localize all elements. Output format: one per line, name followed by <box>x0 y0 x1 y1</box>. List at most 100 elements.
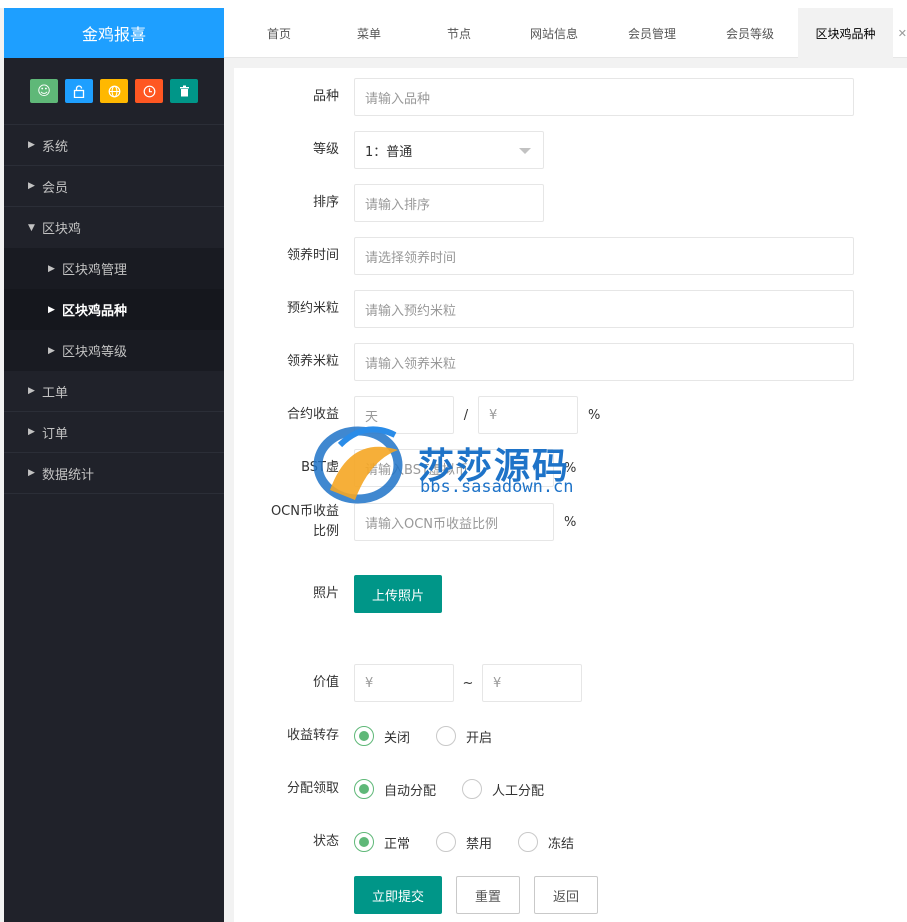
radio-transfer-on[interactable]: 开启 <box>436 726 492 746</box>
clock-icon[interactable] <box>135 79 163 103</box>
field-label-line1: OCN币收益 <box>270 504 339 519</box>
sidebar-item-label: 区块鸡管理 <box>62 263 128 278</box>
field-adopt-rice: 领养米粒 请输入领养米粒 <box>234 343 854 381</box>
tab-member-level[interactable]: 会员等级 <box>710 8 790 58</box>
sidebar-item-member[interactable]: ▶ 会员 <box>4 166 224 207</box>
caret-right-icon: ▶ <box>28 427 35 437</box>
percent-unit: % <box>588 407 601 423</box>
radio-checked-icon <box>354 726 374 746</box>
sidebar-item-label: 工单 <box>42 385 69 401</box>
field-label: OCN币收益 比例 <box>234 502 354 542</box>
radio-assign-auto[interactable]: 自动分配 <box>354 779 436 799</box>
field-label: 状态 <box>312 834 339 849</box>
sidebar-item-label: 数据统计 <box>42 467 95 483</box>
separator: / <box>463 407 469 423</box>
caret-down-icon: ▼ <box>28 222 35 233</box>
variety-input[interactable]: 请输入品种 <box>354 78 854 116</box>
field-label: 分配领取 <box>286 781 339 796</box>
tab-site-info[interactable]: 网站信息 <box>514 8 594 58</box>
radio-status-normal[interactable]: 正常 <box>354 832 410 852</box>
radio-status-disabled[interactable]: 禁用 <box>436 832 492 852</box>
top-strip <box>0 0 907 8</box>
tab-member-manage[interactable]: 会员管理 <box>612 8 692 58</box>
level-select[interactable]: 1：普通 <box>354 131 544 169</box>
field-ocn: OCN币收益 比例 请输入OCN币收益比例 % <box>234 502 576 542</box>
field-sort: 排序 请输入排序 <box>234 184 544 222</box>
chevron-down-icon <box>519 148 531 154</box>
field-label-line2: 比例 <box>312 524 339 539</box>
caret-right-icon: ▶ <box>28 140 35 150</box>
field-label: 排序 <box>312 195 339 210</box>
field-value: 价值 ¥ ~ ¥ <box>234 664 582 702</box>
field-label: BST虚 <box>301 460 339 475</box>
tab-label: 区块鸡品种 <box>815 26 876 41</box>
radio-label: 关闭 <box>384 730 411 746</box>
reserve-rice-input[interactable]: 请输入预约米粒 <box>354 290 854 328</box>
radio-label: 禁用 <box>466 836 493 852</box>
field-photo: 照片 上传照片 <box>234 575 443 613</box>
radio-status-frozen[interactable]: 冻结 <box>518 832 574 852</box>
app-logo: 金鸡报喜 <box>4 8 224 58</box>
caret-right-icon: ▶ <box>48 304 55 315</box>
radio-unchecked-icon <box>436 726 457 746</box>
value-max-input[interactable]: ¥ <box>482 664 582 702</box>
sidebar-subitem-chicken-variety[interactable]: ▶ 区块鸡品种 <box>4 289 224 330</box>
submit-button[interactable]: 立即提交 <box>354 876 443 914</box>
tab-chicken-variety[interactable]: 区块鸡品种 ✕ <box>798 8 907 58</box>
trash-icon[interactable] <box>170 79 198 103</box>
tab-bar: 首页 菜单 节点 网站信息 会员管理 会员等级 区块鸡品种 ✕ <box>224 8 907 58</box>
contract-yen-input[interactable]: ¥ <box>478 396 578 434</box>
field-adopt-time: 领养时间 请选择领养时间 <box>234 237 854 275</box>
field-label: 价值 <box>312 675 339 690</box>
adopt-rice-input[interactable]: 请输入领养米粒 <box>354 343 854 381</box>
field-label: 合约收益 <box>286 407 339 422</box>
field-label: 预约米粒 <box>286 301 339 316</box>
field-label: 领养米粒 <box>286 354 339 369</box>
tab-home[interactable]: 首页 <box>244 8 314 58</box>
caret-right-icon: ▶ <box>28 386 35 396</box>
globe-icon[interactable] <box>100 79 128 103</box>
percent-unit: % <box>564 460 577 476</box>
tab-menu[interactable]: 菜单 <box>334 8 404 58</box>
lock-icon[interactable] <box>65 79 93 103</box>
field-level: 等级 1：普通 <box>234 131 544 169</box>
caret-right-icon: ▶ <box>28 468 35 478</box>
field-variety: 品种 请输入品种 <box>234 78 854 116</box>
percent-unit: % <box>564 514 577 530</box>
upload-photo-button[interactable]: 上传照片 <box>354 575 443 613</box>
field-label: 品种 <box>312 89 339 104</box>
field-assign: 分配领取 自动分配 人工分配 <box>234 779 570 799</box>
back-button[interactable]: 返回 <box>534 876 599 914</box>
sidebar-item-system[interactable]: ▶ 系统 <box>4 125 224 166</box>
field-income-transfer: 收益转存 关闭 开启 <box>234 726 518 746</box>
user-icon[interactable]: ☺ <box>30 79 58 103</box>
sidebar-item-statistics[interactable]: ▶ 数据统计 <box>4 453 224 494</box>
level-select-value: 1：普通 <box>365 144 413 160</box>
sort-input[interactable]: 请输入排序 <box>354 184 544 222</box>
form-panel: 品种 请输入品种 等级 1：普通 排序 请输入排序 领养时间 请选择领养时间 预… <box>234 68 907 922</box>
bst-input[interactable]: 请输入BST虚拟币 <box>354 449 554 487</box>
field-status: 状态 正常 禁用 冻结 <box>234 832 600 852</box>
radio-label: 人工分配 <box>492 783 545 799</box>
field-bst: BST虚 请输入BST虚拟币 % <box>234 449 576 487</box>
radio-unchecked-icon <box>462 779 483 799</box>
sidebar-item-blockchicken[interactable]: ▼ 区块鸡 <box>4 207 224 248</box>
radio-label: 开启 <box>466 730 493 746</box>
reset-button[interactable]: 重置 <box>456 876 521 914</box>
ocn-input[interactable]: 请输入OCN币收益比例 <box>354 503 554 541</box>
value-min-input[interactable]: ¥ <box>354 664 454 702</box>
contract-days-input[interactable]: 天 <box>354 396 454 434</box>
radio-assign-manual[interactable]: 人工分配 <box>462 779 544 799</box>
field-reserve-rice: 预约米粒 请输入预约米粒 <box>234 290 854 328</box>
close-icon[interactable]: ✕ <box>898 27 907 40</box>
sidebar-item-label: 区块鸡 <box>42 222 82 237</box>
sidebar-subitem-chicken-level[interactable]: ▶ 区块鸡等级 <box>4 330 224 371</box>
sidebar: 金鸡报喜 ☺ ▶ 系统 ▶ 会员 ▼ 区块鸡 ▶ 区块鸡管理 ▶ 区块鸡品种 ▶… <box>4 8 224 922</box>
adopt-time-input[interactable]: 请选择领养时间 <box>354 237 854 275</box>
tab-node[interactable]: 节点 <box>424 8 494 58</box>
radio-transfer-off[interactable]: 关闭 <box>354 726 410 746</box>
sidebar-submenu: ▶ 区块鸡管理 ▶ 区块鸡品种 ▶ 区块鸡等级 <box>4 248 224 371</box>
sidebar-item-order[interactable]: ▶ 订单 <box>4 412 224 453</box>
sidebar-subitem-chicken-manage[interactable]: ▶ 区块鸡管理 <box>4 248 224 289</box>
sidebar-item-ticket[interactable]: ▶ 工单 <box>4 371 224 412</box>
